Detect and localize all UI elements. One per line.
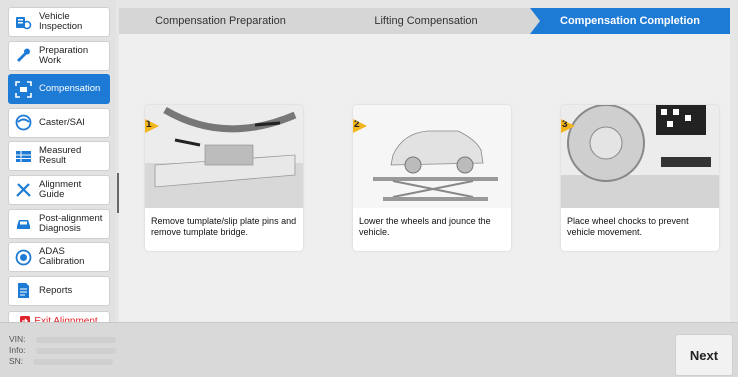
sidebar-item-label: Vehicle Inspection [39,11,83,32]
sidebar-item-measured-result[interactable]: Measured Result [8,141,110,172]
compensation-icon [15,80,32,98]
adas-icon [15,249,32,266]
sidebar-item-compensation[interactable]: Compensation [8,74,110,105]
sn-value [33,358,114,365]
main-panel: 1 Remove tumplate/slip plate pins and re… [119,34,730,322]
vin-row: VIN: [9,334,116,345]
step-progress-bar: Compensation Preparation Lifting Compens… [119,8,730,34]
instruction-card: 1 Remove tumplate/slip plate pins and re… [145,105,303,251]
app-window: Vehicle Inspection Preparation Work Comp… [0,0,738,377]
sidebar-item-label: Compensation [39,83,101,95]
wrench-icon [15,47,32,64]
instruction-card: 3 Place wheel chocks to prevent vehicle … [561,105,719,251]
step-compensation-preparation: Compensation Preparation [119,8,322,34]
instruction-card: 2 Lower the wheels and jounce the vehicl… [353,105,511,251]
sidebar-item-vehicle-inspection[interactable]: Vehicle Inspection [8,7,110,37]
instruction-image [561,105,719,208]
footer-bar: VIN: Info: SN: Next [0,322,738,377]
instruction-image [353,105,511,208]
sidebar-item-adas-calibration[interactable]: ADAS Calibration [8,242,110,273]
sidebar-item-post-alignment-diagnosis[interactable]: Post-alignment Diagnosis [8,208,110,239]
sidebar: Vehicle Inspection Preparation Work Comp… [0,0,116,333]
caster-icon [15,114,32,131]
next-button[interactable]: Next [675,334,733,376]
vehicle-info: VIN: Info: SN: [9,334,116,367]
sidebar-item-preparation-work[interactable]: Preparation Work [8,40,110,71]
sidebar-item-reports[interactable]: Reports [8,275,110,306]
step-compensation-completion: Compensation Completion [530,8,730,34]
sidebar-item-alignment-guide[interactable]: Alignment Guide [8,174,110,205]
info-row: Info: [9,345,116,356]
sidebar-item-label: ADAS Calibration [39,246,85,268]
sidebar-item-caster-sai[interactable]: Caster/SAI [8,107,110,138]
car-icon [15,215,32,232]
sidebar-item-label: Preparation Work [39,44,89,66]
table-icon [15,148,32,165]
sidebar-item-label: Post-alignment Diagnosis [39,212,103,234]
instruction-caption: Remove tumplate/slip plate pins and remo… [151,216,297,237]
instruction-caption: Lower the wheels and jounce the vehicle. [359,216,491,237]
instruction-image [145,105,303,208]
step-lifting-compensation: Lifting Compensation [322,8,530,34]
sidebar-item-label: Caster/SAI [39,116,85,128]
info-value [35,347,116,354]
vehicle-inspection-icon [15,14,32,31]
vin-value [35,336,116,343]
sidebar-item-label: Alignment Guide [39,178,82,200]
instruction-caption: Place wheel chocks to prevent vehicle mo… [567,216,689,237]
sn-row: SN: [9,356,116,367]
document-icon [15,282,32,299]
sidebar-item-label: Measured Result [39,145,82,167]
step-separator [530,8,540,34]
tools-icon [15,181,32,198]
sidebar-item-label: Reports [39,284,73,296]
